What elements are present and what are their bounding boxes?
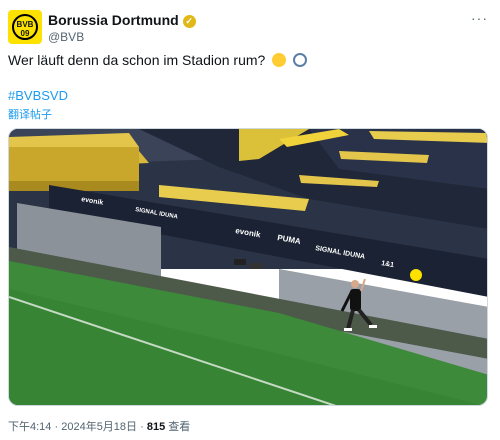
- meta-separator: ·: [54, 421, 59, 433]
- tweet-meta: 下午4:14 · 2024年5月18日 · 815 查看: [8, 418, 190, 434]
- bvb-logo: BVB 09: [12, 14, 38, 40]
- translate-post-link[interactable]: 翻译帖子: [8, 106, 52, 122]
- tweet-photo[interactable]: evonik SIGNAL IDUNA PUMA evonik SIGNAL I…: [8, 128, 488, 406]
- tweet-text: Wer läuft denn da schon im Stadion rum?: [8, 52, 308, 68]
- views-label: 查看: [168, 421, 191, 433]
- avatar[interactable]: BVB 09: [8, 10, 42, 44]
- views-count: 815: [146, 421, 166, 433]
- stadium-photo: evonik SIGNAL IDUNA PUMA evonik SIGNAL I…: [9, 129, 487, 405]
- account-name-text: Borussia Dortmund: [48, 12, 179, 28]
- more-icon[interactable]: ···: [471, 10, 488, 26]
- account-handle[interactable]: @BVB: [48, 30, 84, 44]
- tweet-body: Wer läuft denn da schon im Stadion rum?: [8, 52, 266, 68]
- magnifying-glass-emoji: [293, 53, 308, 67]
- post-date[interactable]: 2024年5月18日: [61, 421, 137, 433]
- account-name[interactable]: Borussia Dortmund ✓: [48, 12, 196, 28]
- verified-icon: ✓: [182, 15, 196, 28]
- tweet-header: BVB 09 Borussia Dortmund ✓ @BVB ···: [8, 8, 492, 44]
- post-time[interactable]: 下午4:14: [8, 421, 51, 433]
- meta-separator-2: ·: [140, 421, 144, 433]
- hashtag-link[interactable]: #BVBSVD: [8, 88, 68, 103]
- monocle-face-emoji: [272, 53, 287, 67]
